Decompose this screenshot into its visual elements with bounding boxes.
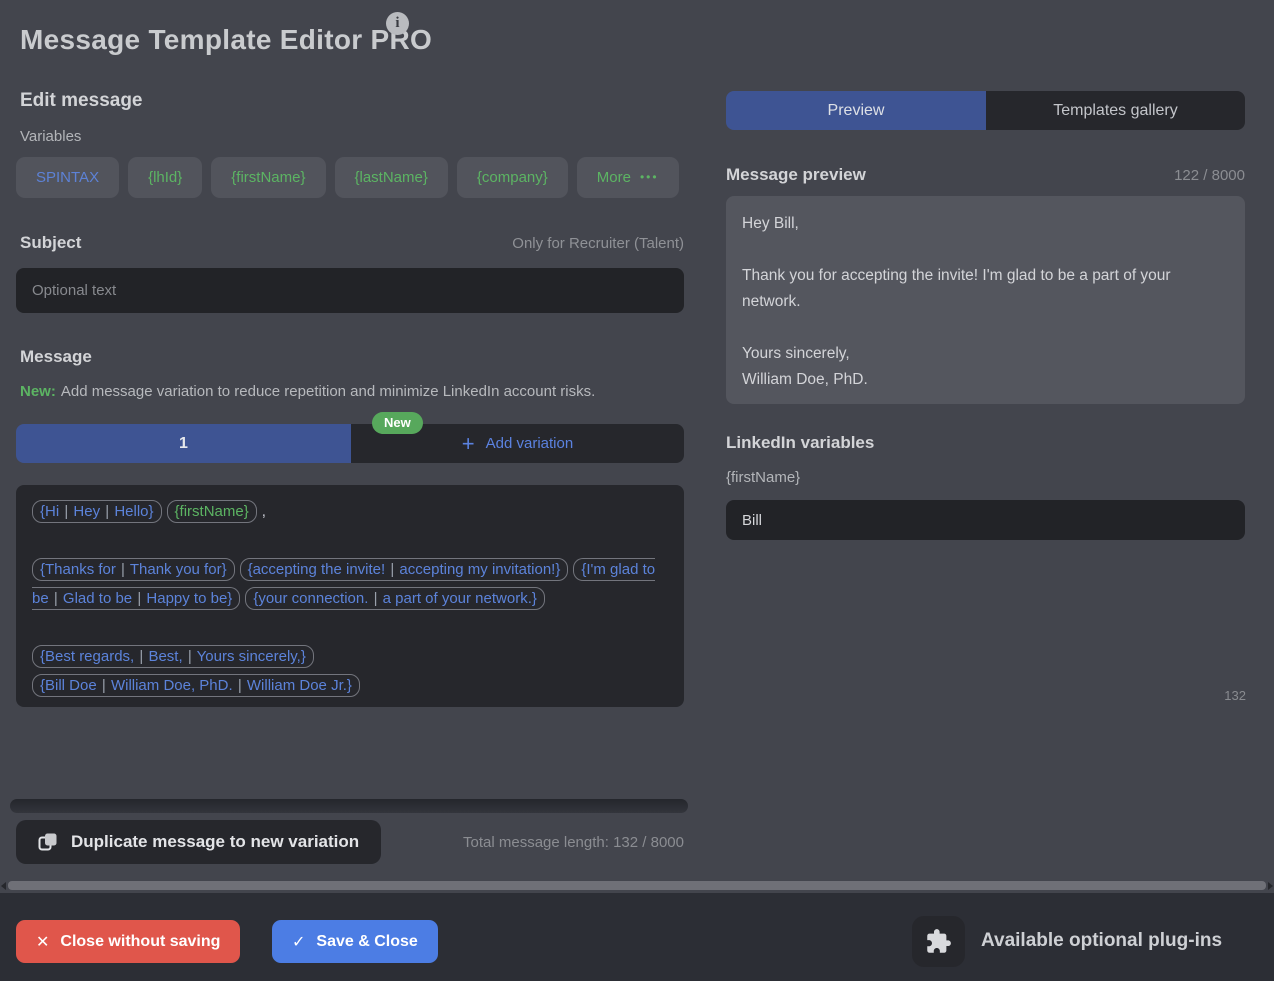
spintax-separator: | — [237, 677, 243, 694]
firstname-variable-input[interactable] — [726, 500, 1245, 540]
variable-pill[interactable]: {firstName} — [167, 500, 257, 523]
scroll-right-arrow-icon[interactable] — [1268, 882, 1273, 890]
tab-templates-gallery[interactable]: Templates gallery — [986, 91, 1245, 130]
edit-message-heading: Edit message — [20, 90, 143, 112]
puzzle-icon — [925, 928, 952, 955]
message-preview-heading: Message preview — [726, 165, 866, 185]
chip-lhid[interactable]: {lhId} — [128, 157, 202, 198]
page-title: Message Template Editor PRO — [20, 24, 432, 56]
more-dots-icon: ••• — [640, 170, 659, 184]
chip-spintax[interactable]: SPINTAX — [16, 157, 119, 198]
footer-bar: ✕ Close without saving ✓ Save & Close Av… — [0, 893, 1274, 981]
message-template-editor-window: Message Template Editor PRO i Edit messa… — [0, 0, 1274, 981]
editor-line: {Thanks for | Thank you for}{accepting t… — [32, 555, 668, 613]
spintax-pill[interactable]: {accepting the invite! | accepting my in… — [240, 558, 569, 581]
save-button-label: Save & Close — [316, 933, 417, 951]
variable-chips-row: SPINTAX {lhId} {firstName} {lastName} {c… — [16, 157, 679, 198]
plugins-button[interactable] — [912, 916, 965, 967]
new-feature-badge: New — [372, 412, 423, 434]
spintax-separator: | — [138, 648, 144, 665]
right-panel-tabs: Preview Templates gallery — [726, 91, 1245, 130]
close-without-saving-button[interactable]: ✕ Close without saving — [16, 920, 240, 963]
spintax-separator: | — [136, 590, 142, 607]
subject-hint: Only for Recruiter (Talent) — [384, 235, 684, 252]
preview-char-counter: 122 / 8000 — [1045, 167, 1245, 184]
tab-preview[interactable]: Preview — [726, 91, 986, 130]
spintax-separator: | — [187, 648, 193, 665]
spintax-pill[interactable]: {Thanks for | Thank you for} — [32, 558, 235, 581]
close-icon: ✕ — [36, 932, 49, 952]
firstname-variable-label: {firstName} — [726, 469, 800, 486]
plus-icon: + — [462, 433, 475, 455]
total-message-length: Total message length: 132 / 8000 — [386, 834, 684, 851]
spintax-separator: | — [53, 590, 59, 607]
info-icon[interactable]: i — [386, 12, 409, 35]
save-and-close-button[interactable]: ✓ Save & Close — [272, 920, 438, 963]
horizontal-divider — [10, 799, 688, 813]
editor-line — [32, 526, 668, 555]
new-note-prefix: New: — [20, 383, 56, 400]
spintax-separator: | — [389, 561, 395, 578]
spintax-pill[interactable]: {Best regards, | Best, | Yours sincerely… — [32, 645, 314, 668]
linkedin-variables-heading: LinkedIn variables — [726, 433, 874, 453]
scroll-left-arrow-icon[interactable] — [1, 882, 6, 890]
close-button-label: Close without saving — [60, 933, 220, 951]
copy-icon — [38, 832, 58, 852]
spintax-pill[interactable]: {Bill Doe | William Doe, PhD. | William … — [32, 674, 360, 697]
spintax-separator: | — [63, 503, 69, 520]
add-variation-label: Add variation — [486, 435, 574, 452]
spintax-separator: | — [104, 503, 110, 520]
check-icon: ✓ — [292, 932, 305, 952]
plugins-label: Available optional plug-ins — [981, 930, 1222, 952]
variation-tab-1[interactable]: 1 — [16, 424, 351, 463]
chip-lastname[interactable]: {lastName} — [335, 157, 448, 198]
spintax-pill[interactable]: {Hi | Hey | Hello} — [32, 500, 162, 523]
subject-input[interactable] — [16, 268, 684, 313]
editor-char-counter: 132 — [1224, 688, 1246, 703]
chip-firstname[interactable]: {firstName} — [211, 157, 325, 198]
spintax-separator: | — [101, 677, 107, 694]
message-label: Message — [20, 347, 92, 367]
message-editor[interactable]: {Hi | Hey | Hello}{firstName}, {Thanks f… — [16, 485, 684, 707]
message-preview-box: Hey Bill, Thank you for accepting the in… — [726, 196, 1245, 404]
editor-line: {Bill Doe | William Doe, PhD. | William … — [32, 671, 668, 700]
spintax-separator: | — [120, 561, 126, 578]
duplicate-message-label: Duplicate message to new variation — [71, 832, 359, 852]
editor-line: {Best regards, | Best, | Yours sincerely… — [32, 642, 668, 671]
variables-label: Variables — [20, 128, 81, 145]
horizontal-scrollbar — [0, 878, 1274, 893]
chip-more[interactable]: More••• — [577, 157, 679, 198]
subject-label: Subject — [20, 233, 81, 253]
duplicate-message-button[interactable]: Duplicate message to new variation — [16, 820, 381, 864]
spintax-pill[interactable]: {your connection. | a part of your netwo… — [245, 587, 545, 610]
horizontal-scrollbar-thumb[interactable] — [8, 881, 1266, 890]
editor-line: {Hi | Hey | Hello}{firstName}, — [32, 497, 668, 526]
variation-tabs: 1 + Add variation — [16, 424, 684, 463]
new-note-text: Add message variation to reduce repetiti… — [61, 383, 595, 400]
message-note: New: Add message variation to reduce repe… — [20, 383, 595, 400]
chip-company[interactable]: {company} — [457, 157, 568, 198]
editor-line — [32, 613, 668, 642]
spintax-separator: | — [373, 590, 379, 607]
